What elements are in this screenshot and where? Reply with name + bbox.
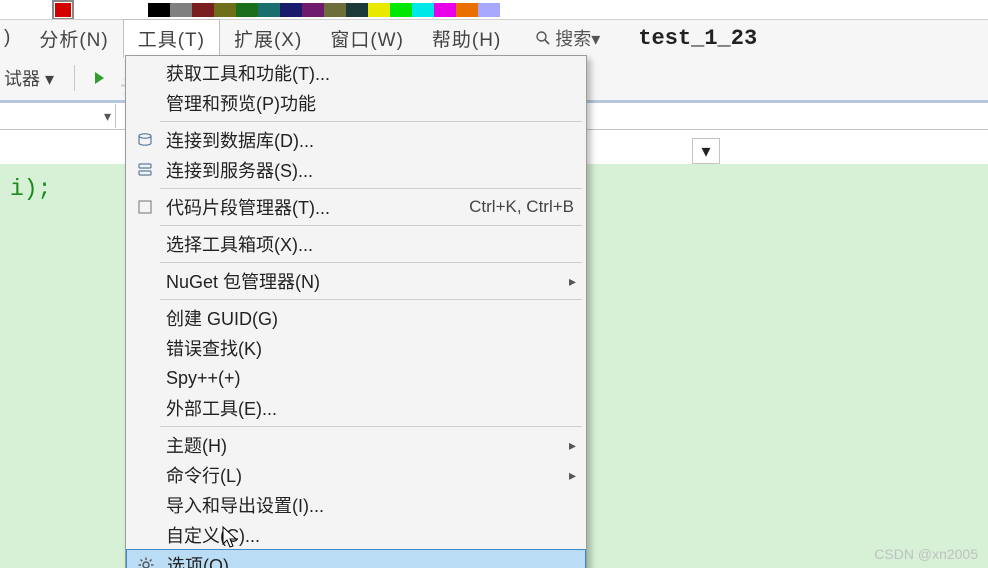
color-swatch[interactable] — [258, 3, 280, 17]
color-swatch[interactable] — [170, 3, 192, 17]
color-swatch[interactable] — [302, 3, 324, 17]
nav-combo-right[interactable]: ▾ — [692, 138, 720, 164]
color-swatch[interactable] — [434, 3, 456, 17]
color-swatch[interactable] — [148, 3, 170, 17]
color-swatch[interactable] — [280, 3, 302, 17]
color-swatch[interactable] — [236, 3, 258, 17]
color-swatch[interactable] — [324, 3, 346, 17]
menu-item[interactable]: 外部工具(E)... — [126, 393, 586, 423]
menu-item[interactable]: 创建 GUID(G) — [126, 303, 586, 333]
submenu-arrow-icon: ▸ — [569, 437, 576, 454]
menu-item-label: 连接到服务器(S)... — [158, 157, 574, 183]
menu-item-shortcut: Ctrl+K, Ctrl+B — [469, 197, 574, 217]
menu-item-label: 导入和导出设置(I)... — [158, 492, 574, 518]
play-icon[interactable] — [95, 72, 104, 84]
menu-extensions[interactable]: 扩展(X) — [220, 20, 316, 57]
menu-item-label: 代码片段管理器(T)... — [158, 194, 469, 220]
menubar-partial: ) — [0, 22, 25, 54]
menu-item-label: 主题(H) — [158, 432, 574, 458]
selected-color-swatch[interactable] — [52, 0, 74, 20]
snippet-icon — [132, 199, 158, 215]
menu-item-label: 选项(O)... — [159, 552, 573, 568]
menu-item-label: 连接到数据库(D)... — [158, 127, 574, 153]
menu-item[interactable]: 获取工具和功能(T)... — [126, 58, 586, 88]
color-swatch[interactable] — [368, 3, 390, 17]
nav-combo-1[interactable]: ▾ — [0, 104, 116, 128]
menu-tools[interactable]: 工具(T) — [123, 19, 220, 58]
menu-item-label: 选择工具箱项(X)... — [158, 231, 574, 257]
menu-item[interactable]: 导入和导出设置(I)... — [126, 490, 586, 520]
menu-item[interactable]: 代码片段管理器(T)...Ctrl+K, Ctrl+B — [126, 192, 586, 222]
server-icon — [132, 162, 158, 178]
menu-item[interactable]: 管理和预览(P)功能 — [126, 88, 586, 118]
chevron-down-icon: ▾ — [701, 141, 710, 162]
menu-item-label: 创建 GUID(G) — [158, 305, 574, 331]
menu-item[interactable]: 自定义(C)... — [126, 520, 586, 550]
color-swatch[interactable] — [390, 3, 412, 17]
search-label: 搜索▾ — [555, 25, 600, 51]
menu-analyze[interactable]: 分析(N) — [25, 20, 122, 57]
menu-window[interactable]: 窗口(W) — [316, 20, 418, 57]
submenu-arrow-icon: ▸ — [569, 273, 576, 290]
menu-item-label: NuGet 包管理器(N) — [158, 268, 574, 294]
menu-item[interactable]: 命令行(L)▸ — [126, 460, 586, 490]
color-swatch[interactable] — [456, 3, 478, 17]
menu-item[interactable]: 主题(H)▸ — [126, 430, 586, 460]
menu-item-label: 错误查找(K) — [158, 335, 574, 361]
toolbar-separator — [74, 65, 75, 91]
menu-item-label: Spy++(+) — [158, 368, 574, 389]
menu-item[interactable]: 连接到数据库(D)... — [126, 125, 586, 155]
color-swatch[interactable] — [192, 3, 214, 17]
db-icon — [132, 132, 158, 148]
menu-item[interactable]: Spy++(+) — [126, 363, 586, 393]
code-fragment: i); — [10, 176, 51, 202]
color-swatch[interactable] — [478, 3, 500, 17]
tools-menu-dropdown: 获取工具和功能(T)... 管理和预览(P)功能连接到数据库(D)... 连接到服务… — [125, 55, 587, 568]
menu-item-label: 命令行(L) — [158, 462, 574, 488]
menubar: ) 分析(N) 工具(T) 扩展(X) 窗口(W) 帮助(H) 搜索▾ test… — [0, 19, 988, 56]
menu-item-label: 管理和预览(P)功能 — [158, 90, 574, 116]
chevron-down-icon: ▾ — [104, 108, 111, 125]
search-box[interactable]: 搜索▾ — [535, 25, 600, 51]
menu-item-label: 自定义(C)... — [158, 522, 574, 548]
menu-item-label: 外部工具(E)... — [158, 395, 574, 421]
menu-item[interactable]: 选择工具箱项(X)... — [126, 229, 586, 259]
color-swatch[interactable] — [214, 3, 236, 17]
color-swatch[interactable] — [412, 3, 434, 17]
menu-item[interactable]: NuGet 包管理器(N)▸ — [126, 266, 586, 296]
project-name: test_1_23 — [638, 26, 757, 51]
menu-help[interactable]: 帮助(H) — [418, 20, 515, 57]
csdn-watermark: CSDN @xn2005 — [874, 546, 978, 562]
color-swatch-strip — [0, 0, 988, 19]
submenu-arrow-icon: ▸ — [569, 467, 576, 484]
search-icon — [535, 30, 551, 46]
color-swatch[interactable] — [346, 3, 368, 17]
menu-item[interactable]: 连接到服务器(S)... — [126, 155, 586, 185]
menu-item-label: 获取工具和功能(T)... — [158, 60, 574, 86]
menu-item[interactable]: 选项(O)... — [126, 549, 586, 568]
gear-icon — [133, 557, 159, 568]
toolbar-left-text[interactable]: 试器 ▾ — [4, 65, 54, 91]
menu-item[interactable]: 错误查找(K) — [126, 333, 586, 363]
